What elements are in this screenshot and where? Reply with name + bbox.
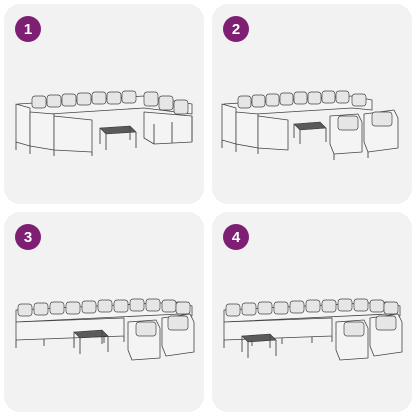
sofa-set-drawing-3 bbox=[15, 298, 195, 361]
panel-3: 3 bbox=[4, 212, 204, 412]
sofa-set-illustration-2 bbox=[212, 4, 412, 204]
panel-1: 1 bbox=[4, 4, 204, 204]
sofa-set-drawing-4 bbox=[223, 298, 403, 361]
sofa-set-drawing-2 bbox=[221, 90, 399, 160]
panel-4: 4 bbox=[212, 212, 412, 412]
sofa-set-illustration-3 bbox=[4, 212, 204, 412]
sofa-set-illustration-1 bbox=[4, 4, 204, 204]
sofa-set-illustration-4 bbox=[212, 212, 412, 412]
panel-2: 2 bbox=[212, 4, 412, 204]
sofa-set-drawing-1 bbox=[15, 90, 193, 156]
